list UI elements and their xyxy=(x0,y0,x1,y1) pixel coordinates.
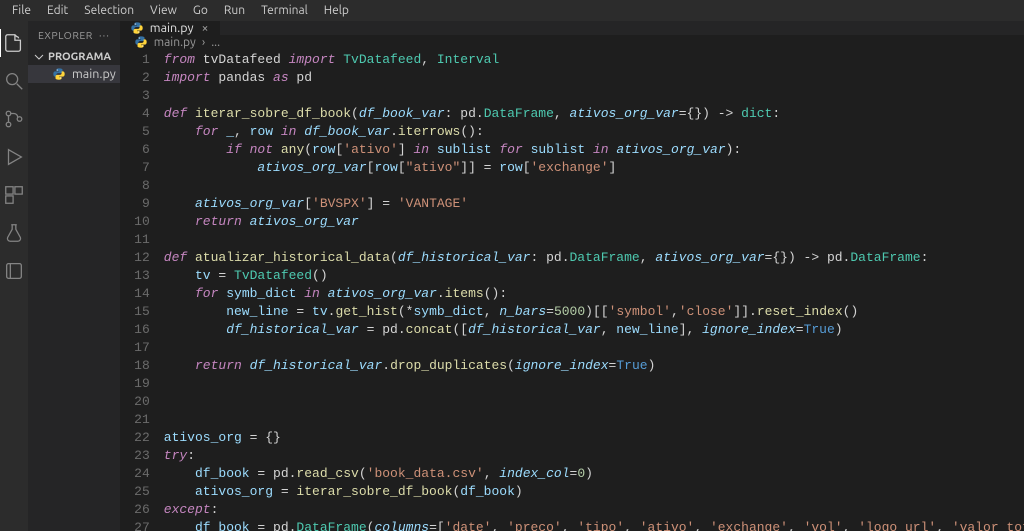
sidebar-folder-label: PROGRAMA xyxy=(48,51,111,63)
tab-label: main.py xyxy=(150,21,194,35)
line-gutter: 1234567891011121314151617181920212223242… xyxy=(120,51,164,531)
main-area: EXPLORER ··· PROGRAMA main.py main.py × xyxy=(0,21,1024,531)
sidebar-file-item[interactable]: main.py xyxy=(28,65,120,83)
sidebar-folder[interactable]: PROGRAMA xyxy=(28,49,120,65)
tab-bar: main.py × xyxy=(120,21,1024,35)
testing-icon[interactable] xyxy=(0,219,28,247)
menu-file[interactable]: File xyxy=(4,2,39,19)
tab-main-py[interactable]: main.py × xyxy=(120,21,222,35)
python-icon xyxy=(52,67,66,81)
menu-edit[interactable]: Edit xyxy=(39,2,76,19)
sidebar-more-icon[interactable]: ··· xyxy=(99,29,110,41)
chevron-down-icon xyxy=(34,52,44,62)
python-icon xyxy=(130,21,144,35)
menubar: FileEditSelectionViewGoRunTerminalHelp xyxy=(0,0,1024,21)
explorer-icon[interactable] xyxy=(0,29,27,57)
breadcrumb[interactable]: main.py › ... xyxy=(120,35,1024,49)
menu-view[interactable]: View xyxy=(142,2,185,19)
run-debug-icon[interactable] xyxy=(0,143,28,171)
sidebar-file-label: main.py xyxy=(72,67,116,81)
timeline-icon[interactable] xyxy=(0,257,28,285)
menu-go[interactable]: Go xyxy=(185,2,216,19)
menu-selection[interactable]: Selection xyxy=(76,2,142,19)
sidebar-title: EXPLORER ··· xyxy=(28,21,120,49)
source-control-icon[interactable] xyxy=(0,105,28,133)
chevron-right-icon: › xyxy=(202,36,205,49)
menu-terminal[interactable]: Terminal xyxy=(253,2,316,19)
code-content[interactable]: from tvDatafeed import TvDatafeed, Inter… xyxy=(164,51,1024,531)
python-icon xyxy=(134,35,148,49)
activity-bar xyxy=(0,21,28,531)
breadcrumb-trail: ... xyxy=(211,36,220,49)
code-editor[interactable]: 1234567891011121314151617181920212223242… xyxy=(120,49,1024,531)
explorer-sidebar: EXPLORER ··· PROGRAMA main.py xyxy=(28,21,120,531)
breadcrumb-file: main.py xyxy=(154,36,196,49)
menu-run[interactable]: Run xyxy=(216,2,253,19)
sidebar-title-label: EXPLORER xyxy=(38,29,93,41)
extensions-icon[interactable] xyxy=(0,181,28,209)
search-icon[interactable] xyxy=(0,67,28,95)
menu-help[interactable]: Help xyxy=(316,2,357,19)
editor-area: main.py × main.py › ... 1234567891011121… xyxy=(120,21,1024,531)
close-icon[interactable]: × xyxy=(200,22,211,35)
